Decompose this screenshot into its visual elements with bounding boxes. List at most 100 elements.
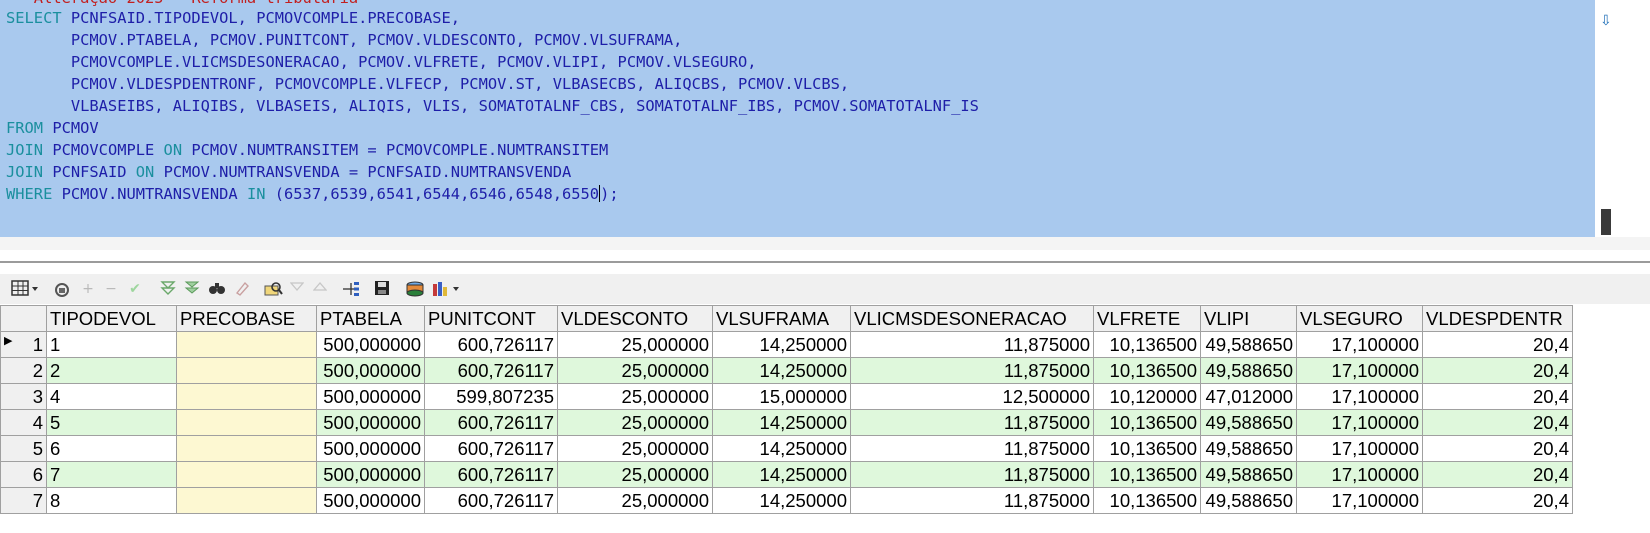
cell-vlseguro[interactable]: 17,100000 (1296, 461, 1423, 488)
cell-precobase[interactable] (176, 357, 317, 384)
cell-vldesconto[interactable]: 25,000000 (557, 357, 713, 384)
post-icon[interactable]: ✔ (124, 280, 146, 298)
column-header[interactable]: PUNITCONT (424, 305, 558, 332)
clear-filter-icon[interactable] (311, 280, 329, 298)
cell-vlfrete[interactable]: 10,136500 (1093, 409, 1201, 436)
cell-vlseguro[interactable]: 17,100000 (1296, 331, 1423, 358)
cell-ptabela[interactable]: 500,000000 (316, 435, 425, 462)
cell-vldesconto[interactable]: 25,000000 (557, 461, 713, 488)
cell-vlipi[interactable]: 49,588650 (1200, 487, 1297, 514)
column-header[interactable]: VLSUFRAMA (712, 305, 851, 332)
cell-vlipi[interactable]: 49,588650 (1200, 435, 1297, 462)
cell-precobase[interactable] (176, 461, 317, 488)
cell-vlseguro[interactable]: 17,100000 (1296, 409, 1423, 436)
cell-tipodevol[interactable]: 5 (46, 409, 177, 436)
column-header[interactable]: TIPODEVOL (46, 305, 177, 332)
sql-text-area[interactable]: -- Alteração 2025 - Reforma tributária S… (0, 0, 1595, 237)
cell-vldespdentr[interactable]: 20,4 (1422, 357, 1573, 384)
cell-vldespdentr[interactable]: 20,4 (1422, 383, 1573, 410)
cell-vlsuframa[interactable]: 15,000000 (712, 383, 851, 410)
grid-menu-icon[interactable] (10, 280, 42, 298)
scrollbar-thumb[interactable] (1601, 209, 1611, 235)
cell-vlipi[interactable]: 49,588650 (1200, 331, 1297, 358)
cell-tipodevol[interactable]: 7 (46, 461, 177, 488)
editor-vertical-scrollbar[interactable]: ⇩ (1597, 0, 1619, 237)
column-header[interactable]: VLSEGURO (1296, 305, 1423, 332)
query-by-example-icon[interactable] (262, 280, 284, 298)
cell-vlseguro[interactable]: 17,100000 (1296, 357, 1423, 384)
table-row[interactable]: 5 6 500,000000 600,726117 25,000000 14,250000… (0, 435, 1573, 462)
cell-vlsuframa[interactable]: 14,250000 (712, 409, 851, 436)
cell-punitcont[interactable]: 600,726117 (424, 435, 558, 462)
cell-precobase[interactable] (176, 435, 317, 462)
cell-vlicmsdesoneracao[interactable]: 11,875000 (850, 357, 1094, 384)
table-row[interactable]: 4 5 500,000000 600,726117 25,000000 14,250000… (0, 409, 1573, 436)
cell-tipodevol[interactable]: 4 (46, 383, 177, 410)
cell-precobase[interactable] (176, 409, 317, 436)
cell-vlsuframa[interactable]: 14,250000 (712, 357, 851, 384)
cell-vlsuframa[interactable]: 14,250000 (712, 461, 851, 488)
column-header[interactable]: PTABELA (316, 305, 425, 332)
cell-ptabela[interactable]: 500,000000 (316, 383, 425, 410)
cell-ptabela[interactable]: 500,000000 (316, 409, 425, 436)
cell-vlfrete[interactable]: 10,136500 (1093, 331, 1201, 358)
cell-punitcont[interactable]: 600,726117 (424, 461, 558, 488)
cell-ptabela[interactable]: 500,000000 (316, 461, 425, 488)
cell-precobase[interactable] (176, 383, 317, 410)
row-number[interactable]: 2 (0, 357, 47, 384)
cell-vldesconto[interactable]: 25,000000 (557, 435, 713, 462)
cell-vldespdentr[interactable]: 20,4 (1422, 331, 1573, 358)
cell-precobase[interactable] (176, 331, 317, 358)
table-row[interactable]: 6 7 500,000000 600,726117 25,000000 14,250000… (0, 461, 1573, 488)
cell-vlseguro[interactable]: 17,100000 (1296, 435, 1423, 462)
cell-vlicmsdesoneracao[interactable]: 11,875000 (850, 331, 1094, 358)
cell-vldesconto[interactable]: 25,000000 (557, 383, 713, 410)
cell-punitcont[interactable]: 600,726117 (424, 487, 558, 514)
cell-tipodevol[interactable]: 8 (46, 487, 177, 514)
cell-punitcont[interactable]: 600,726117 (424, 331, 558, 358)
cell-vlfrete[interactable]: 10,136500 (1093, 461, 1201, 488)
cell-vldespdentr[interactable]: 20,4 (1422, 461, 1573, 488)
cell-vlicmsdesoneracao[interactable]: 11,875000 (850, 461, 1094, 488)
cell-vlicmsdesoneracao[interactable]: 11,875000 (850, 435, 1094, 462)
row-number[interactable]: 7 (0, 487, 47, 514)
save-icon[interactable] (372, 280, 392, 298)
chart-icon[interactable] (430, 280, 464, 298)
column-header[interactable]: VLICMSDESONERACAO (850, 305, 1094, 332)
cell-vlipi[interactable]: 49,588650 (1200, 357, 1297, 384)
cell-vlipi[interactable]: 47,012000 (1200, 383, 1297, 410)
cell-vldespdentr[interactable]: 20,4 (1422, 409, 1573, 436)
cell-vlseguro[interactable]: 17,100000 (1296, 487, 1423, 514)
cell-vlfrete[interactable]: 10,136500 (1093, 487, 1201, 514)
cell-vlfrete[interactable]: 10,120000 (1093, 383, 1201, 410)
cell-precobase[interactable] (176, 487, 317, 514)
delete-record-icon[interactable]: − (101, 280, 121, 298)
cell-vldesconto[interactable]: 25,000000 (557, 409, 713, 436)
cell-punitcont[interactable]: 600,726117 (424, 357, 558, 384)
column-header[interactable]: VLIPI (1200, 305, 1297, 332)
tree-icon[interactable] (340, 280, 362, 298)
cell-vldesconto[interactable]: 25,000000 (557, 487, 713, 514)
row-number[interactable]: 3 (0, 383, 47, 410)
results-grid[interactable]: TIPODEVOL PRECOBASE PTABELA PUNITCONT VL… (0, 305, 1650, 533)
lock-icon[interactable] (52, 280, 72, 298)
cell-vlicmsdesoneracao[interactable]: 11,875000 (850, 487, 1094, 514)
cell-vldesconto[interactable]: 25,000000 (557, 331, 713, 358)
cell-vlicmsdesoneracao[interactable]: 12,500000 (850, 383, 1094, 410)
row-number[interactable]: ▶ 1 (0, 331, 47, 358)
filter-icon[interactable] (288, 280, 306, 298)
column-header[interactable]: VLDESCONTO (557, 305, 713, 332)
cell-ptabela[interactable]: 500,000000 (316, 487, 425, 514)
cell-vlicmsdesoneracao[interactable]: 11,875000 (850, 409, 1094, 436)
export-icon[interactable] (404, 280, 426, 298)
cell-vlipi[interactable]: 49,588650 (1200, 409, 1297, 436)
find-icon[interactable] (207, 280, 227, 298)
column-header[interactable]: PRECOBASE (176, 305, 317, 332)
cell-vlseguro[interactable]: 17,100000 (1296, 383, 1423, 410)
column-header[interactable]: VLFRETE (1093, 305, 1201, 332)
collapse-all-icon[interactable] (182, 280, 202, 298)
cell-ptabela[interactable]: 500,000000 (316, 357, 425, 384)
cell-vlfrete[interactable]: 10,136500 (1093, 357, 1201, 384)
cell-vldespdentr[interactable]: 20,4 (1422, 487, 1573, 514)
row-number[interactable]: 6 (0, 461, 47, 488)
